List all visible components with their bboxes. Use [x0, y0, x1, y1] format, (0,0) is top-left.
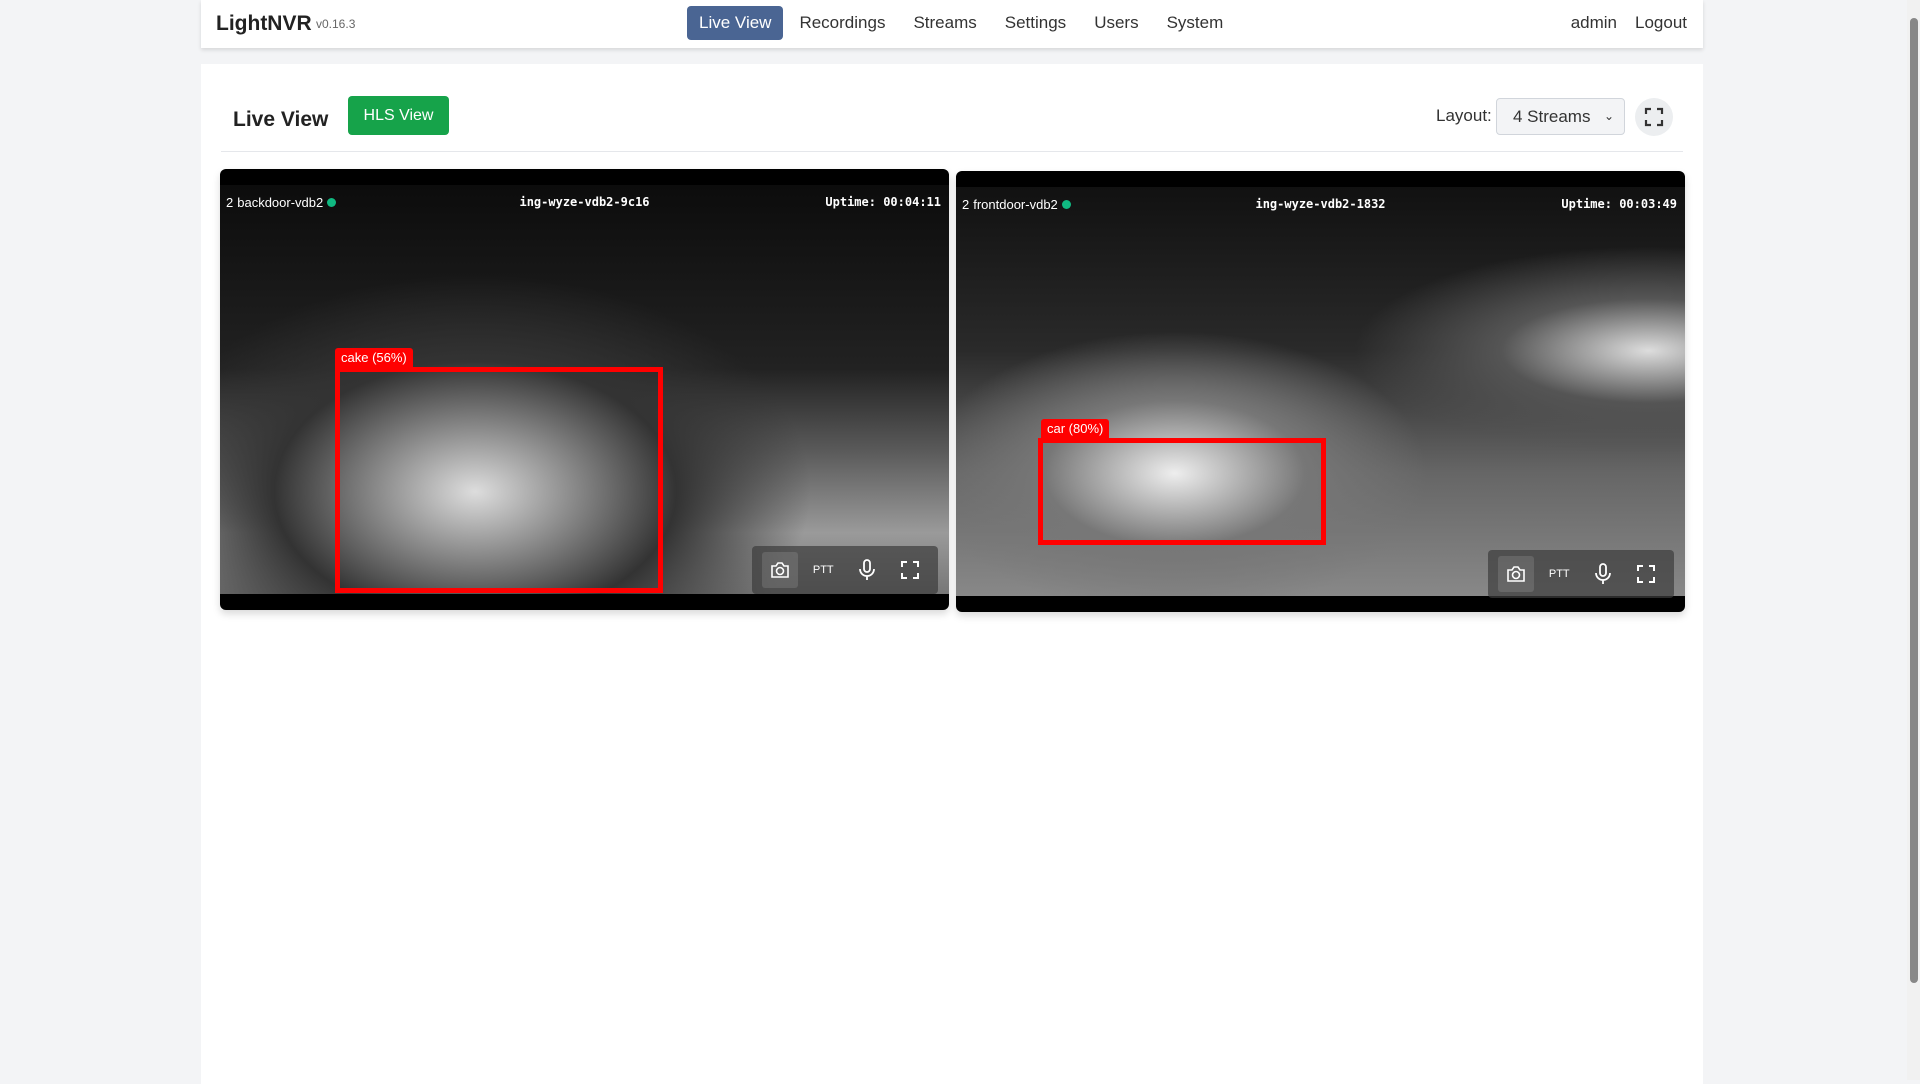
microphone-icon: [1594, 563, 1611, 584]
layout-select-value: 4 Streams: [1513, 107, 1591, 126]
scrollbar-thumb[interactable]: [1910, 18, 1918, 983]
tile-fullscreen-button[interactable]: [892, 552, 928, 588]
top-nav-bar: LightNVR v0.16.3 Live View Recordings St…: [201, 0, 1703, 48]
uptime-label: Uptime: 00:04:11: [825, 195, 941, 209]
fullscreen-button[interactable]: [1635, 98, 1673, 136]
snapshot-button[interactable]: [1497, 556, 1534, 592]
video-controls: PTT: [1488, 550, 1674, 598]
nav-recordings[interactable]: Recordings: [787, 6, 897, 40]
microphone-icon: [858, 559, 875, 580]
ptt-button[interactable]: PTT: [1541, 556, 1577, 592]
fullscreen-icon: [901, 561, 920, 579]
brand-logo[interactable]: LightNVR: [216, 12, 312, 36]
nav-system[interactable]: System: [1155, 6, 1236, 40]
ptt-button[interactable]: PTT: [805, 552, 841, 588]
version-label: v0.16.3: [316, 17, 356, 31]
live-view-toolbar: Live View HLS View Layout: 4 Streams ⌄: [221, 84, 1683, 152]
user-name[interactable]: admin: [1571, 6, 1617, 40]
video-tile-backdoor[interactable]: 2 backdoor-vdb2 ing-wyze-vdb2-9c16 Uptime…: [220, 169, 949, 610]
tile-fullscreen-button[interactable]: [1628, 556, 1664, 592]
detection-box: [335, 367, 663, 593]
snapshot-button[interactable]: [761, 552, 798, 588]
detection-label: car (80%): [1041, 419, 1110, 438]
uptime-label: Uptime: 00:03:49: [1561, 197, 1677, 211]
fullscreen-icon: [1644, 107, 1664, 127]
layout-select[interactable]: 4 Streams ⌄: [1496, 98, 1625, 135]
nav-live-view[interactable]: Live View: [687, 6, 784, 40]
hls-view-button[interactable]: HLS View: [348, 96, 449, 135]
main-nav: Live View Recordings Streams Settings Us…: [687, 6, 1235, 40]
microphone-button[interactable]: [849, 552, 885, 588]
page-scrollbar[interactable]: [1907, 0, 1920, 1080]
nav-streams[interactable]: Streams: [901, 6, 988, 40]
camera-icon: [1506, 566, 1525, 582]
logout-link[interactable]: Logout: [1635, 6, 1687, 40]
microphone-button[interactable]: [1585, 556, 1621, 592]
nav-users[interactable]: Users: [1082, 6, 1150, 40]
video-tile-frontdoor[interactable]: 2 frontdoor-vdb2 ing-wyze-vdb2-1832 Uptim…: [956, 171, 1685, 612]
camera-icon: [770, 562, 789, 578]
video-controls: PTT: [752, 546, 938, 594]
detection-box: [1038, 438, 1326, 545]
chevron-down-icon: ⌄: [1603, 109, 1614, 123]
fullscreen-icon: [1637, 565, 1656, 583]
nav-settings[interactable]: Settings: [993, 6, 1078, 40]
layout-label: Layout:: [1436, 106, 1492, 125]
detection-label: cake (56%): [335, 348, 413, 367]
page-title: Live View: [233, 108, 329, 131]
